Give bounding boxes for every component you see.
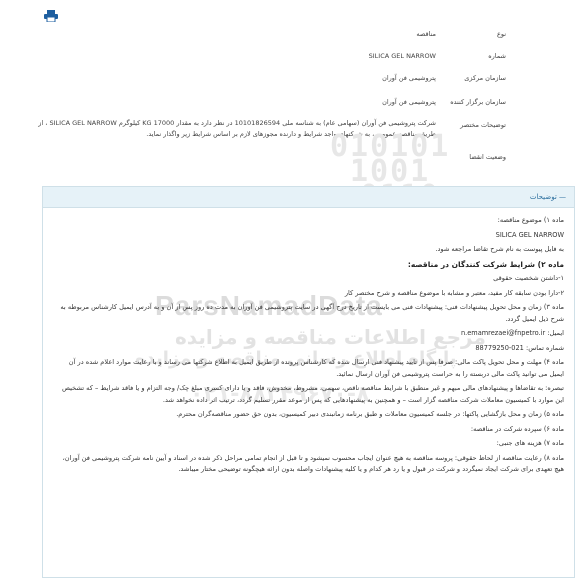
field-label-type: نوع	[496, 30, 506, 38]
article-3: ماده ۳) زمان و محل تحویل پیشنهادات فنی: …	[60, 303, 564, 323]
article-7: ماده ۷) هزینه های جنبی:	[496, 439, 564, 447]
field-value-central-org: پتروشیمی فن آوران	[382, 74, 436, 82]
field-value-summary: شرکت پتروشیمی فن آوران (سهامی عام) به شن…	[38, 119, 436, 138]
article-2-item-1: ۱-داشتن شخصیت حقوقی	[493, 274, 564, 282]
field-value-number: SILICA GEL NARROW	[368, 52, 436, 60]
contact-email[interactable]: ایمیل: n.emamrezaei@fnpetro.ir	[53, 328, 564, 340]
article-5: ماده ۵) زمان و محل بازگشایی پاکتها: در ج…	[176, 410, 564, 418]
note: تبصره: به تقاضاها و پیشنهادهای مالی مبهم…	[62, 384, 564, 404]
article-8: ماده ۸) رعایت مناقصه از لحاظ حقوقی: پروس…	[62, 453, 564, 474]
field-value-organizer: پتروشیمی فن آوران	[382, 98, 436, 106]
panel-body: ماده ۱) موضوع مناقصه: SILICA GEL NARROW …	[53, 215, 564, 479]
article-4: ماده ۴) مهلت و محل تحویل پاکت مالی: صرفا…	[68, 358, 564, 378]
field-label-central-org: سازمان مرکزی	[464, 74, 506, 82]
article-2-heading: ماده ۲) شرایط شرکت کنندگان در مناقصه:	[407, 259, 564, 269]
field-label-organizer: سازمان برگزار کننده	[450, 98, 506, 106]
article-2-item-2: ۲-دارا بودن سابقه کار مفید، معتبر و مشاب…	[344, 288, 564, 297]
print-icon[interactable]	[44, 10, 58, 22]
description-panel: — توضیحات ماده ۱) موضوع مناقصه: SILICA G…	[42, 186, 575, 578]
article-1-subject: SILICA GEL NARROW	[495, 230, 564, 239]
field-label-expiry: وضعیت انقضا	[469, 153, 506, 161]
field-label-summary: توضیحات مختصر	[460, 121, 506, 129]
article-6: ماده ۶) سپرده شرکت در مناقصه:	[470, 424, 564, 433]
field-label-number: شماره	[488, 52, 506, 60]
article-1-note: به فایل پیوست به نام شرح تقاضا مراجعه شو…	[435, 245, 564, 253]
contact-phone: شماره تماس: 021-88779250	[475, 343, 564, 352]
watermark-binary-mid: 1001	[350, 154, 431, 189]
article-1-heading: ماده ۱) موضوع مناقصه:	[497, 216, 564, 224]
field-value-type: مناقصه	[416, 30, 436, 38]
panel-header[interactable]: — توضیحات	[43, 187, 574, 208]
